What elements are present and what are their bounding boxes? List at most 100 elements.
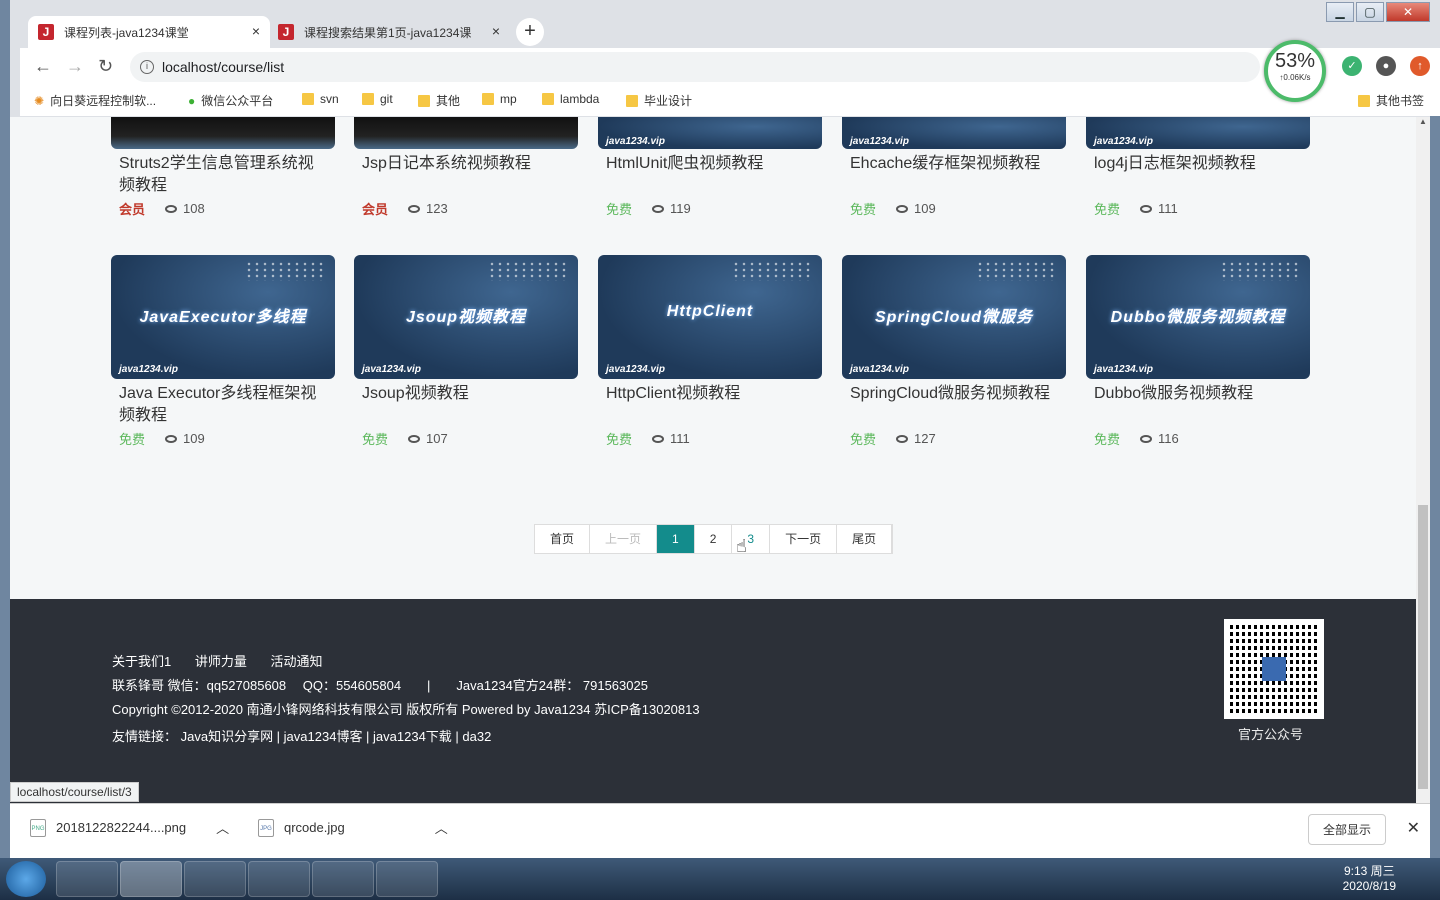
bookmark-graduation[interactable]: 毕业设计 bbox=[626, 92, 692, 109]
view-count: 107 bbox=[426, 431, 448, 446]
close-downloads-icon[interactable]: ✕ bbox=[1407, 818, 1420, 838]
extension-check-icon[interactable]: ✓ bbox=[1342, 56, 1362, 76]
bookmarks-bar: ✺ 向日葵远程控制软... ● 微信公众平台 svn git 其他 mp lambd… bbox=[20, 86, 1440, 116]
course-card[interactable]: Struts2学生信息管理系统视频教程 会员 108 bbox=[111, 117, 335, 218]
footer-copyright: Copyright ©2012-2020 南通小锋网络科技有限公司 版权所有 P… bbox=[112, 702, 700, 717]
bookmark-other[interactable]: 其他 bbox=[418, 92, 460, 109]
jpg-file-icon: JPG bbox=[258, 818, 274, 837]
course-card[interactable]: Dubbo微服务视频教程 java1234.vip Dubbo微服务视频教程 免费… bbox=[1086, 255, 1310, 448]
new-tab-button[interactable]: + bbox=[516, 18, 544, 46]
free-badge: 免费 bbox=[362, 432, 389, 447]
course-thumbnail[interactable]: Dubbo微服务视频教程 java1234.vip bbox=[1086, 255, 1310, 379]
course-title[interactable]: Jsoup视频教程 bbox=[354, 379, 578, 429]
bookmark-lambda[interactable]: lambda bbox=[542, 92, 599, 106]
course-thumbnail[interactable]: HttpClient java1234.vip bbox=[598, 255, 822, 379]
maximize-button[interactable]: ▢ bbox=[1356, 2, 1384, 22]
course-thumbnail[interactable]: JavaExecutor多线程 java1234.vip bbox=[111, 255, 335, 379]
taskbar-app-chrome[interactable] bbox=[120, 861, 182, 897]
course-card[interactable]: java1234.vip Ehcache缓存框架视频教程 免费 109 bbox=[842, 117, 1066, 218]
course-title[interactable]: Java Executor多线程框架视频教程 bbox=[111, 379, 335, 429]
page-1-button[interactable]: 1 bbox=[657, 525, 695, 553]
site-footer: 关于我们1 讲师力量 活动通知 联系锋哥 微信：qq527085608 QQ：5… bbox=[10, 599, 1416, 803]
footer-link-events[interactable]: 活动通知 bbox=[271, 654, 323, 669]
course-title[interactable]: HtmlUnit爬虫视频教程 bbox=[598, 149, 822, 199]
tab-close-icon[interactable]: × bbox=[252, 23, 260, 39]
course-card[interactable]: HttpClient java1234.vip HttpClient视频教程 免费… bbox=[598, 255, 822, 448]
taskbar-app-photos[interactable] bbox=[56, 861, 118, 897]
course-thumbnail[interactable] bbox=[354, 117, 578, 149]
course-title[interactable]: Dubbo微服务视频教程 bbox=[1086, 379, 1310, 429]
course-title[interactable]: SpringCloud微服务视频教程 bbox=[842, 379, 1066, 429]
wechat-qrcode bbox=[1224, 619, 1324, 719]
free-badge: 免费 bbox=[1094, 432, 1121, 447]
tab-title: 课程搜索结果第1页-java1234课 bbox=[304, 25, 472, 40]
taskbar-app-navicat[interactable] bbox=[248, 861, 310, 897]
profile-avatar-icon[interactable]: ● bbox=[1376, 56, 1396, 76]
page-last-button[interactable]: 尾页 bbox=[837, 525, 893, 553]
download-item[interactable]: PNG 2018122822244....png ︿ bbox=[30, 818, 229, 837]
folder-icon bbox=[302, 93, 314, 105]
back-arrow-icon[interactable]: ← bbox=[34, 56, 52, 77]
footer-link-about[interactable]: 关于我们1 bbox=[112, 654, 171, 669]
tab-course-list[interactable]: J 课程列表-java1234课堂 × bbox=[28, 16, 270, 48]
course-thumbnail[interactable] bbox=[111, 117, 335, 149]
eye-icon bbox=[1140, 204, 1153, 213]
browser-toolbar: ← → ↻ i localhost/course/list 53% ↑0.06K… bbox=[20, 40, 1440, 102]
tab-close-icon[interactable]: × bbox=[492, 23, 500, 39]
tab-search-results[interactable]: J 课程搜索结果第1页-java1234课 × bbox=[268, 16, 510, 48]
address-bar[interactable]: i localhost/course/list bbox=[130, 52, 1260, 82]
course-thumbnail[interactable]: Jsoup视频教程 java1234.vip bbox=[354, 255, 578, 379]
course-title[interactable]: Struts2学生信息管理系统视频教程 bbox=[111, 149, 335, 199]
course-thumbnail[interactable]: SpringCloud微服务 java1234.vip bbox=[842, 255, 1066, 379]
bookmark-sunflower[interactable]: ✺ 向日葵远程控制软... bbox=[34, 92, 156, 109]
download-item[interactable]: JPG qrcode.jpg ︿ bbox=[258, 818, 448, 837]
taskbar-app-intellij[interactable] bbox=[184, 861, 246, 897]
course-title[interactable]: Jsp日记本系统视频教程 bbox=[354, 149, 578, 199]
chevron-up-icon[interactable]: ︿ bbox=[216, 818, 229, 837]
download-filename: 2018122822244....png bbox=[56, 820, 187, 835]
course-card[interactable]: SpringCloud微服务 java1234.vip SpringCloud微服… bbox=[842, 255, 1066, 448]
folder-icon bbox=[626, 94, 638, 107]
site-info-icon[interactable]: i bbox=[140, 60, 154, 74]
reload-icon[interactable]: ↻ bbox=[98, 56, 113, 77]
chevron-up-icon[interactable]: ︿ bbox=[435, 818, 448, 837]
taskbar-app-notepad[interactable] bbox=[376, 861, 438, 897]
page-first-button[interactable]: 首页 bbox=[535, 525, 591, 553]
taskbar-app-dolphin[interactable] bbox=[312, 861, 374, 897]
view-count: 127 bbox=[914, 431, 936, 446]
bookmark-other-bookmarks[interactable]: 其他书签 bbox=[1358, 92, 1424, 109]
wechat-icon: ● bbox=[188, 93, 196, 108]
update-arrow-icon[interactable]: ↑ bbox=[1410, 56, 1430, 76]
scrollbar-thumb[interactable] bbox=[1418, 505, 1428, 789]
bookmark-git[interactable]: git bbox=[362, 92, 393, 106]
course-card[interactable]: Jsoup视频教程 java1234.vip Jsoup视频教程 免费 107 bbox=[354, 255, 578, 448]
close-window-button[interactable]: ✕ bbox=[1386, 2, 1430, 22]
scroll-up-icon[interactable]: ▲ bbox=[1416, 117, 1430, 126]
start-button[interactable] bbox=[6, 861, 46, 897]
course-thumbnail[interactable]: java1234.vip bbox=[842, 117, 1066, 149]
show-all-downloads-button[interactable]: 全部显示 bbox=[1307, 814, 1386, 845]
vertical-scrollbar[interactable]: ▲ bbox=[1416, 117, 1430, 803]
thumbnail-watermark: java1234.vip bbox=[1094, 364, 1153, 375]
course-card[interactable]: java1234.vip log4j日志框架视频教程 免费 111 bbox=[1086, 117, 1310, 218]
page-2-button[interactable]: 2 bbox=[695, 525, 733, 553]
footer-link-teachers[interactable]: 讲师力量 bbox=[195, 654, 247, 669]
forward-arrow-icon[interactable]: → bbox=[66, 56, 84, 77]
member-badge: 会员 bbox=[119, 202, 146, 217]
bookmark-mp[interactable]: mp bbox=[482, 92, 517, 106]
course-card[interactable]: java1234.vip HtmlUnit爬虫视频教程 免费 119 bbox=[598, 117, 822, 218]
course-title[interactable]: Ehcache缓存框架视频教程 bbox=[842, 149, 1066, 199]
course-title[interactable]: log4j日志框架视频教程 bbox=[1086, 149, 1310, 199]
course-title[interactable]: HttpClient视频教程 bbox=[598, 379, 822, 429]
view-count: 111 bbox=[1158, 201, 1178, 216]
course-thumbnail[interactable]: java1234.vip bbox=[598, 117, 822, 149]
bookmark-svn[interactable]: svn bbox=[302, 92, 339, 106]
system-clock[interactable]: 9:13 周三 2020/8/19 bbox=[1343, 862, 1396, 893]
course-thumbnail[interactable]: java1234.vip bbox=[1086, 117, 1310, 149]
course-card[interactable]: JavaExecutor多线程 java1234.vip Java Executo… bbox=[111, 255, 335, 448]
bookmark-wechat[interactable]: ● 微信公众平台 bbox=[188, 92, 273, 109]
minimize-button[interactable]: ▁ bbox=[1326, 2, 1354, 22]
course-card[interactable]: Jsp日记本系统视频教程 会员 123 bbox=[354, 117, 578, 218]
footer-friend-links[interactable]: 友情链接： Java知识分享网 | java1234博客 | java1234下… bbox=[112, 726, 491, 745]
page-next-button[interactable]: 下一页 bbox=[770, 525, 838, 553]
